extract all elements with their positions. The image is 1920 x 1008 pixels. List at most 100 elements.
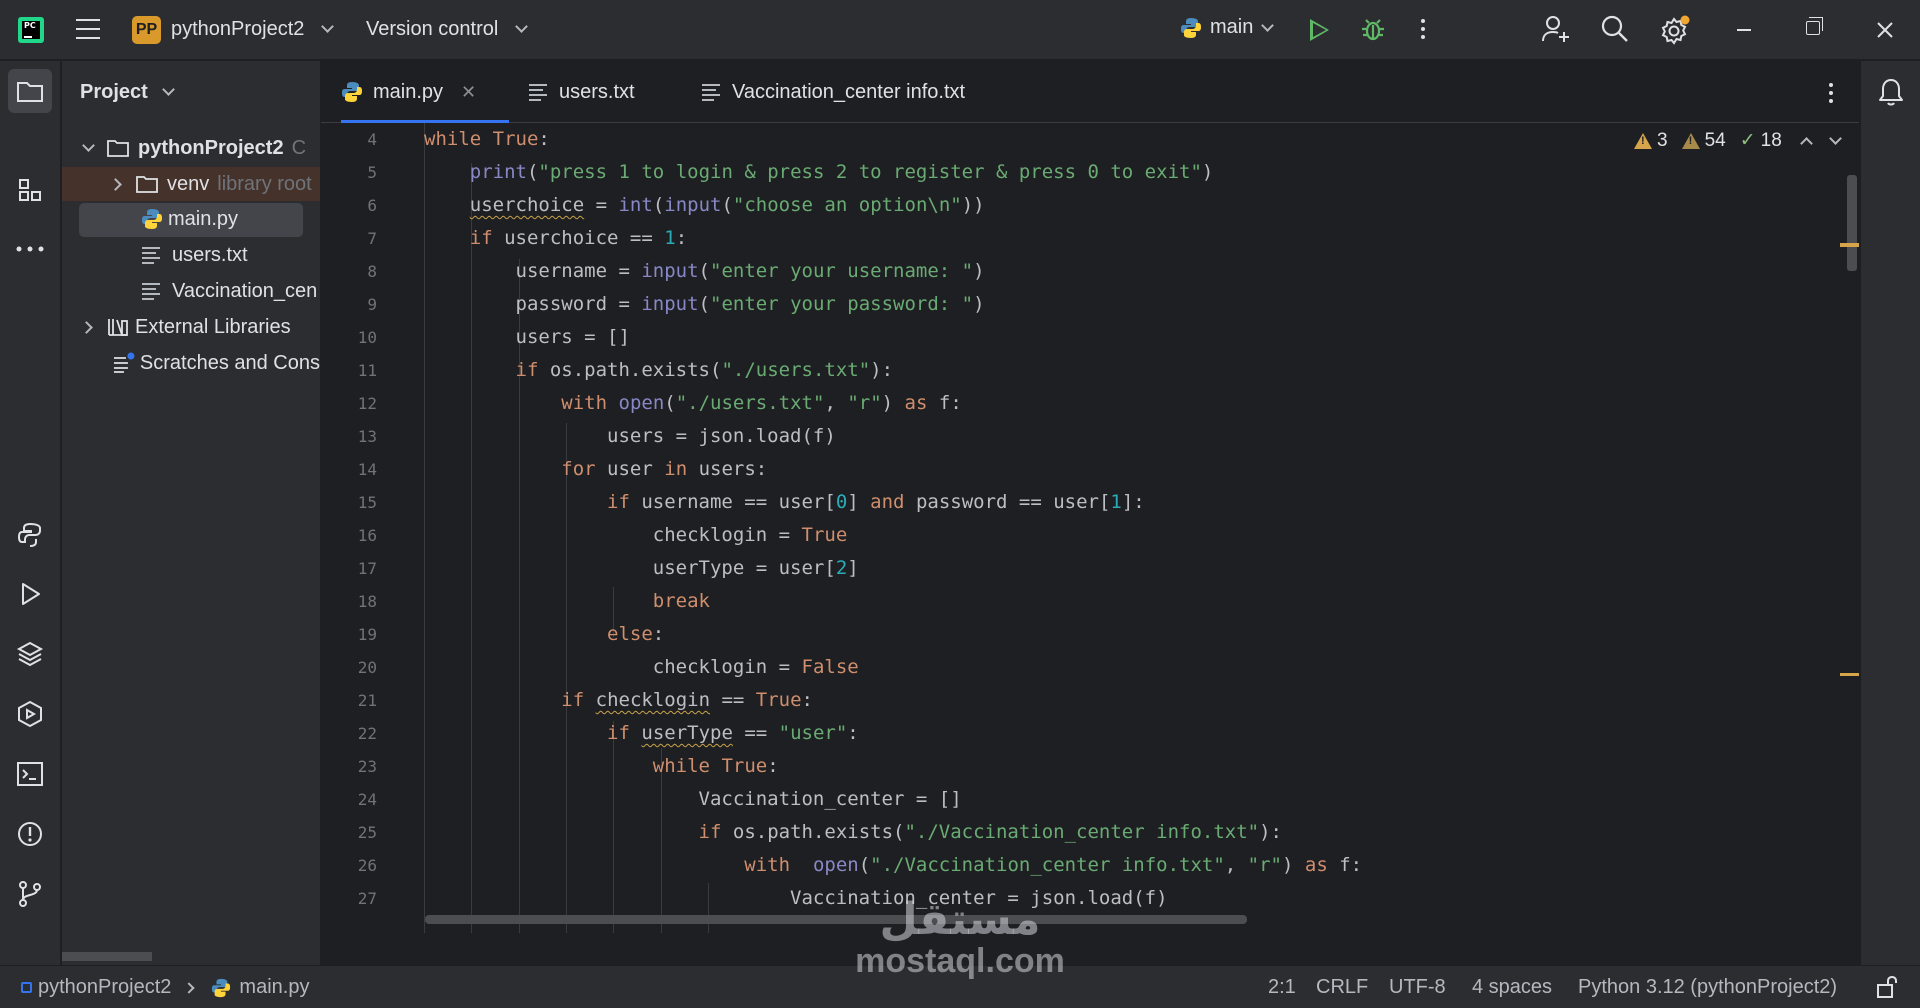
chevron-down-icon[interactable] <box>1828 132 1842 145</box>
line-number[interactable]: 21 <box>321 691 377 710</box>
line-number[interactable]: 12 <box>321 394 377 413</box>
line-number[interactable]: 14 <box>321 460 377 479</box>
chevron-right-icon[interactable] <box>80 320 93 334</box>
project-switcher[interactable]: pythonProject2 <box>171 18 304 41</box>
more-tools-button[interactable] <box>8 227 52 271</box>
restore-icon[interactable] <box>1806 17 1823 35</box>
warning-marker[interactable] <box>1840 673 1859 676</box>
tree-item-project-root[interactable]: pythonProject2 C <box>62 131 320 165</box>
line-number[interactable]: 13 <box>321 427 377 446</box>
code-line[interactable]: with open("./users.txt", "r") as f: <box>424 387 961 420</box>
breadcrumb-project[interactable]: pythonProject2 <box>38 976 171 999</box>
project-tool-button[interactable] <box>8 69 52 113</box>
tree-item-main-py[interactable]: main.py <box>62 202 320 237</box>
line-separator[interactable]: CRLF <box>1316 976 1368 999</box>
line-number[interactable]: 26 <box>321 856 377 875</box>
line-number[interactable]: 10 <box>321 328 377 347</box>
code-line[interactable]: for user in users: <box>424 453 767 486</box>
chevron-up-icon[interactable] <box>1799 137 1813 150</box>
panel-horizontal-scrollbar[interactable] <box>62 952 152 961</box>
line-number[interactable]: 11 <box>321 361 377 380</box>
pycharm-logo-icon[interactable]: PC <box>18 17 44 43</box>
notifications-icon[interactable] <box>1877 77 1905 107</box>
chevron-down-icon[interactable] <box>82 138 95 152</box>
code-line[interactable]: Vaccination_center = json.load(f) <box>424 882 1168 915</box>
chevron-right-icon[interactable] <box>109 177 122 191</box>
code-line[interactable]: while True: <box>424 123 550 156</box>
warning-marker[interactable] <box>1840 243 1859 247</box>
line-number[interactable]: 27 <box>321 889 377 908</box>
code-line[interactable]: while True: <box>424 750 779 783</box>
code-line[interactable]: if os.path.exists("./users.txt"): <box>424 354 894 387</box>
close-tab-icon[interactable]: ✕ <box>461 82 476 103</box>
code-line[interactable]: print("press 1 to login & press 2 to reg… <box>424 156 1214 189</box>
run-configuration-selector[interactable]: main <box>1180 16 1275 39</box>
line-number[interactable]: 9 <box>321 295 377 314</box>
add-user-icon[interactable] <box>1541 14 1571 44</box>
code-line[interactable]: if checklogin == True: <box>424 684 813 717</box>
weak-warnings-count[interactable]: 54 <box>1681 130 1726 152</box>
breadcrumb-file[interactable]: main.py <box>239 976 309 999</box>
line-number[interactable]: 6 <box>321 196 377 215</box>
line-number[interactable]: 25 <box>321 823 377 842</box>
python-packages-button[interactable] <box>8 632 52 676</box>
run-icon[interactable] <box>1310 19 1329 41</box>
caret-position[interactable]: 2:1 <box>1268 976 1296 999</box>
code-line[interactable]: userType = user[2] <box>424 552 859 585</box>
tree-item-users-txt[interactable]: users.txt <box>62 238 320 272</box>
line-number[interactable]: 22 <box>321 724 377 743</box>
code-line[interactable]: if userchoice == 1: <box>424 222 687 255</box>
line-number[interactable]: 15 <box>321 493 377 512</box>
code-area[interactable]: while True: print("press 1 to login & pr… <box>424 123 1724 933</box>
version-control-menu[interactable]: Version control <box>366 18 498 41</box>
line-number[interactable]: 16 <box>321 526 377 545</box>
settings-icon[interactable] <box>1659 14 1691 46</box>
main-menu-icon[interactable] <box>76 19 100 39</box>
chevron-down-icon[interactable] <box>321 20 334 33</box>
structure-tool-button[interactable] <box>8 168 52 212</box>
line-number[interactable]: 20 <box>321 658 377 677</box>
tree-item-vaccination-center[interactable]: Vaccination_cen <box>62 274 320 308</box>
minimize-icon[interactable] <box>1737 29 1751 31</box>
editor-horizontal-scrollbar[interactable] <box>425 915 1247 924</box>
line-number[interactable]: 17 <box>321 559 377 578</box>
line-number[interactable]: 24 <box>321 790 377 809</box>
tab-users-txt[interactable]: users.txt <box>509 61 659 123</box>
file-encoding[interactable]: UTF-8 <box>1389 976 1446 999</box>
tree-item-external-libraries[interactable]: External Libraries <box>62 310 320 344</box>
line-number[interactable]: 23 <box>321 757 377 776</box>
unlock-icon[interactable] <box>1876 975 1898 999</box>
search-icon[interactable] <box>1600 14 1630 44</box>
line-number[interactable]: 5 <box>321 163 377 182</box>
chevron-down-icon[interactable] <box>515 20 528 33</box>
tab-main-py[interactable]: main.py ✕ <box>341 61 509 124</box>
code-line[interactable]: Vaccination_center = [] <box>424 783 962 816</box>
code-line[interactable]: users = [] <box>424 321 630 354</box>
close-icon[interactable] <box>1875 20 1895 40</box>
git-tool-button[interactable] <box>8 872 52 916</box>
code-line[interactable]: if userType == "user": <box>424 717 859 750</box>
inspection-widget[interactable]: 3 54 ✓18 <box>1634 129 1842 152</box>
code-line[interactable]: if username == user[0] and password == u… <box>424 486 1145 519</box>
run-tool-button[interactable] <box>8 572 52 616</box>
more-actions-icon[interactable] <box>1421 19 1425 39</box>
line-number[interactable]: 4 <box>321 130 377 149</box>
line-number[interactable]: 19 <box>321 625 377 644</box>
line-number[interactable]: 8 <box>321 262 377 281</box>
code-line[interactable]: checklogin = False <box>424 651 859 684</box>
tree-item-scratches[interactable]: Scratches and Cons <box>62 346 320 380</box>
code-line[interactable]: password = input("enter your password: "… <box>424 288 985 321</box>
chevron-down-icon[interactable] <box>162 83 175 96</box>
problems-tool-button[interactable] <box>8 812 52 856</box>
code-line[interactable]: userchoice = int(input("choose an option… <box>424 189 985 222</box>
typos-count[interactable]: ✓ 18 <box>1740 129 1782 152</box>
code-line[interactable]: checklogin = True <box>424 519 848 552</box>
indentation[interactable]: 4 spaces <box>1472 976 1552 999</box>
code-line[interactable]: else: <box>424 618 664 651</box>
project-badge[interactable]: PP <box>132 16 161 44</box>
terminal-tool-button[interactable] <box>8 752 52 796</box>
code-line[interactable]: if os.path.exists("./Vaccination_center … <box>424 816 1282 849</box>
python-interpreter[interactable]: Python 3.12 (pythonProject2) <box>1578 976 1837 999</box>
code-editor[interactable]: 4 5 6 7 8 9 10 11 12 13 14 15 16 17 18 19 20 21 22 23 24 25 26… <box>321 123 1859 933</box>
code-line[interactable]: break <box>424 585 710 618</box>
